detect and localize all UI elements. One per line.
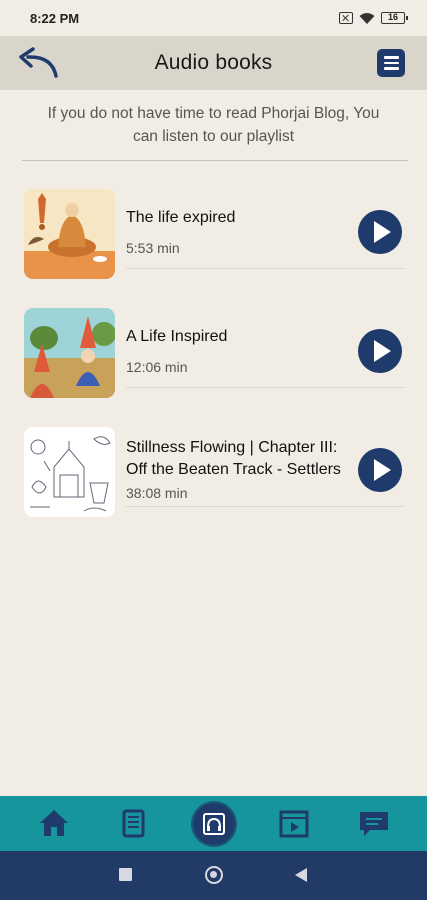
status-icons: 16 xyxy=(339,12,408,25)
battery-icon: 16 xyxy=(381,12,408,24)
status-bar: 8:22 PM 16 xyxy=(0,0,427,36)
system-back-icon[interactable] xyxy=(295,868,307,882)
book-cover-image xyxy=(24,427,115,517)
book-duration: 5:53 min xyxy=(126,240,180,256)
playlist-description: If you do not have time to read Phorjai … xyxy=(47,105,380,145)
book-title: Stillness Flowing | Chapter III: Off the… xyxy=(126,439,341,478)
row-divider xyxy=(126,506,404,507)
play-button[interactable] xyxy=(358,448,402,492)
home-icon[interactable] xyxy=(36,806,72,840)
recent-apps-icon[interactable] xyxy=(119,868,132,881)
audiobook-item[interactable]: Stillness Flowing | Chapter III: Off the… xyxy=(24,427,410,519)
home-button-icon[interactable] xyxy=(205,866,223,884)
system-navigation-bar xyxy=(0,851,427,900)
app-header: Audio books xyxy=(0,36,427,90)
book-cover-image xyxy=(24,308,115,398)
audiobook-item[interactable]: A Life Inspired 12:06 min xyxy=(24,308,410,400)
divider xyxy=(22,160,408,161)
wifi-icon xyxy=(359,12,375,24)
play-button[interactable] xyxy=(358,329,402,373)
book-duration: 12:06 min xyxy=(126,359,188,375)
menu-icon[interactable] xyxy=(377,49,405,77)
back-arrow-icon[interactable] xyxy=(16,46,60,80)
book-cover-image xyxy=(24,189,115,279)
book-icon[interactable] xyxy=(115,806,151,840)
bottom-navigation xyxy=(0,796,427,851)
audiobook-icon[interactable] xyxy=(191,801,237,847)
page-title: Audio books xyxy=(154,51,273,74)
book-title: A Life Inspired xyxy=(126,328,228,345)
book-title: The life expired xyxy=(126,209,236,226)
no-sim-icon xyxy=(339,12,353,24)
row-divider xyxy=(126,268,404,269)
audiobook-item[interactable]: The life expired 5:53 min xyxy=(24,189,410,281)
play-button[interactable] xyxy=(358,210,402,254)
status-time: 8:22 PM xyxy=(30,10,80,26)
book-duration: 38:08 min xyxy=(126,485,188,501)
row-divider xyxy=(126,387,404,388)
chat-icon[interactable] xyxy=(356,806,392,840)
video-icon[interactable] xyxy=(276,806,312,840)
